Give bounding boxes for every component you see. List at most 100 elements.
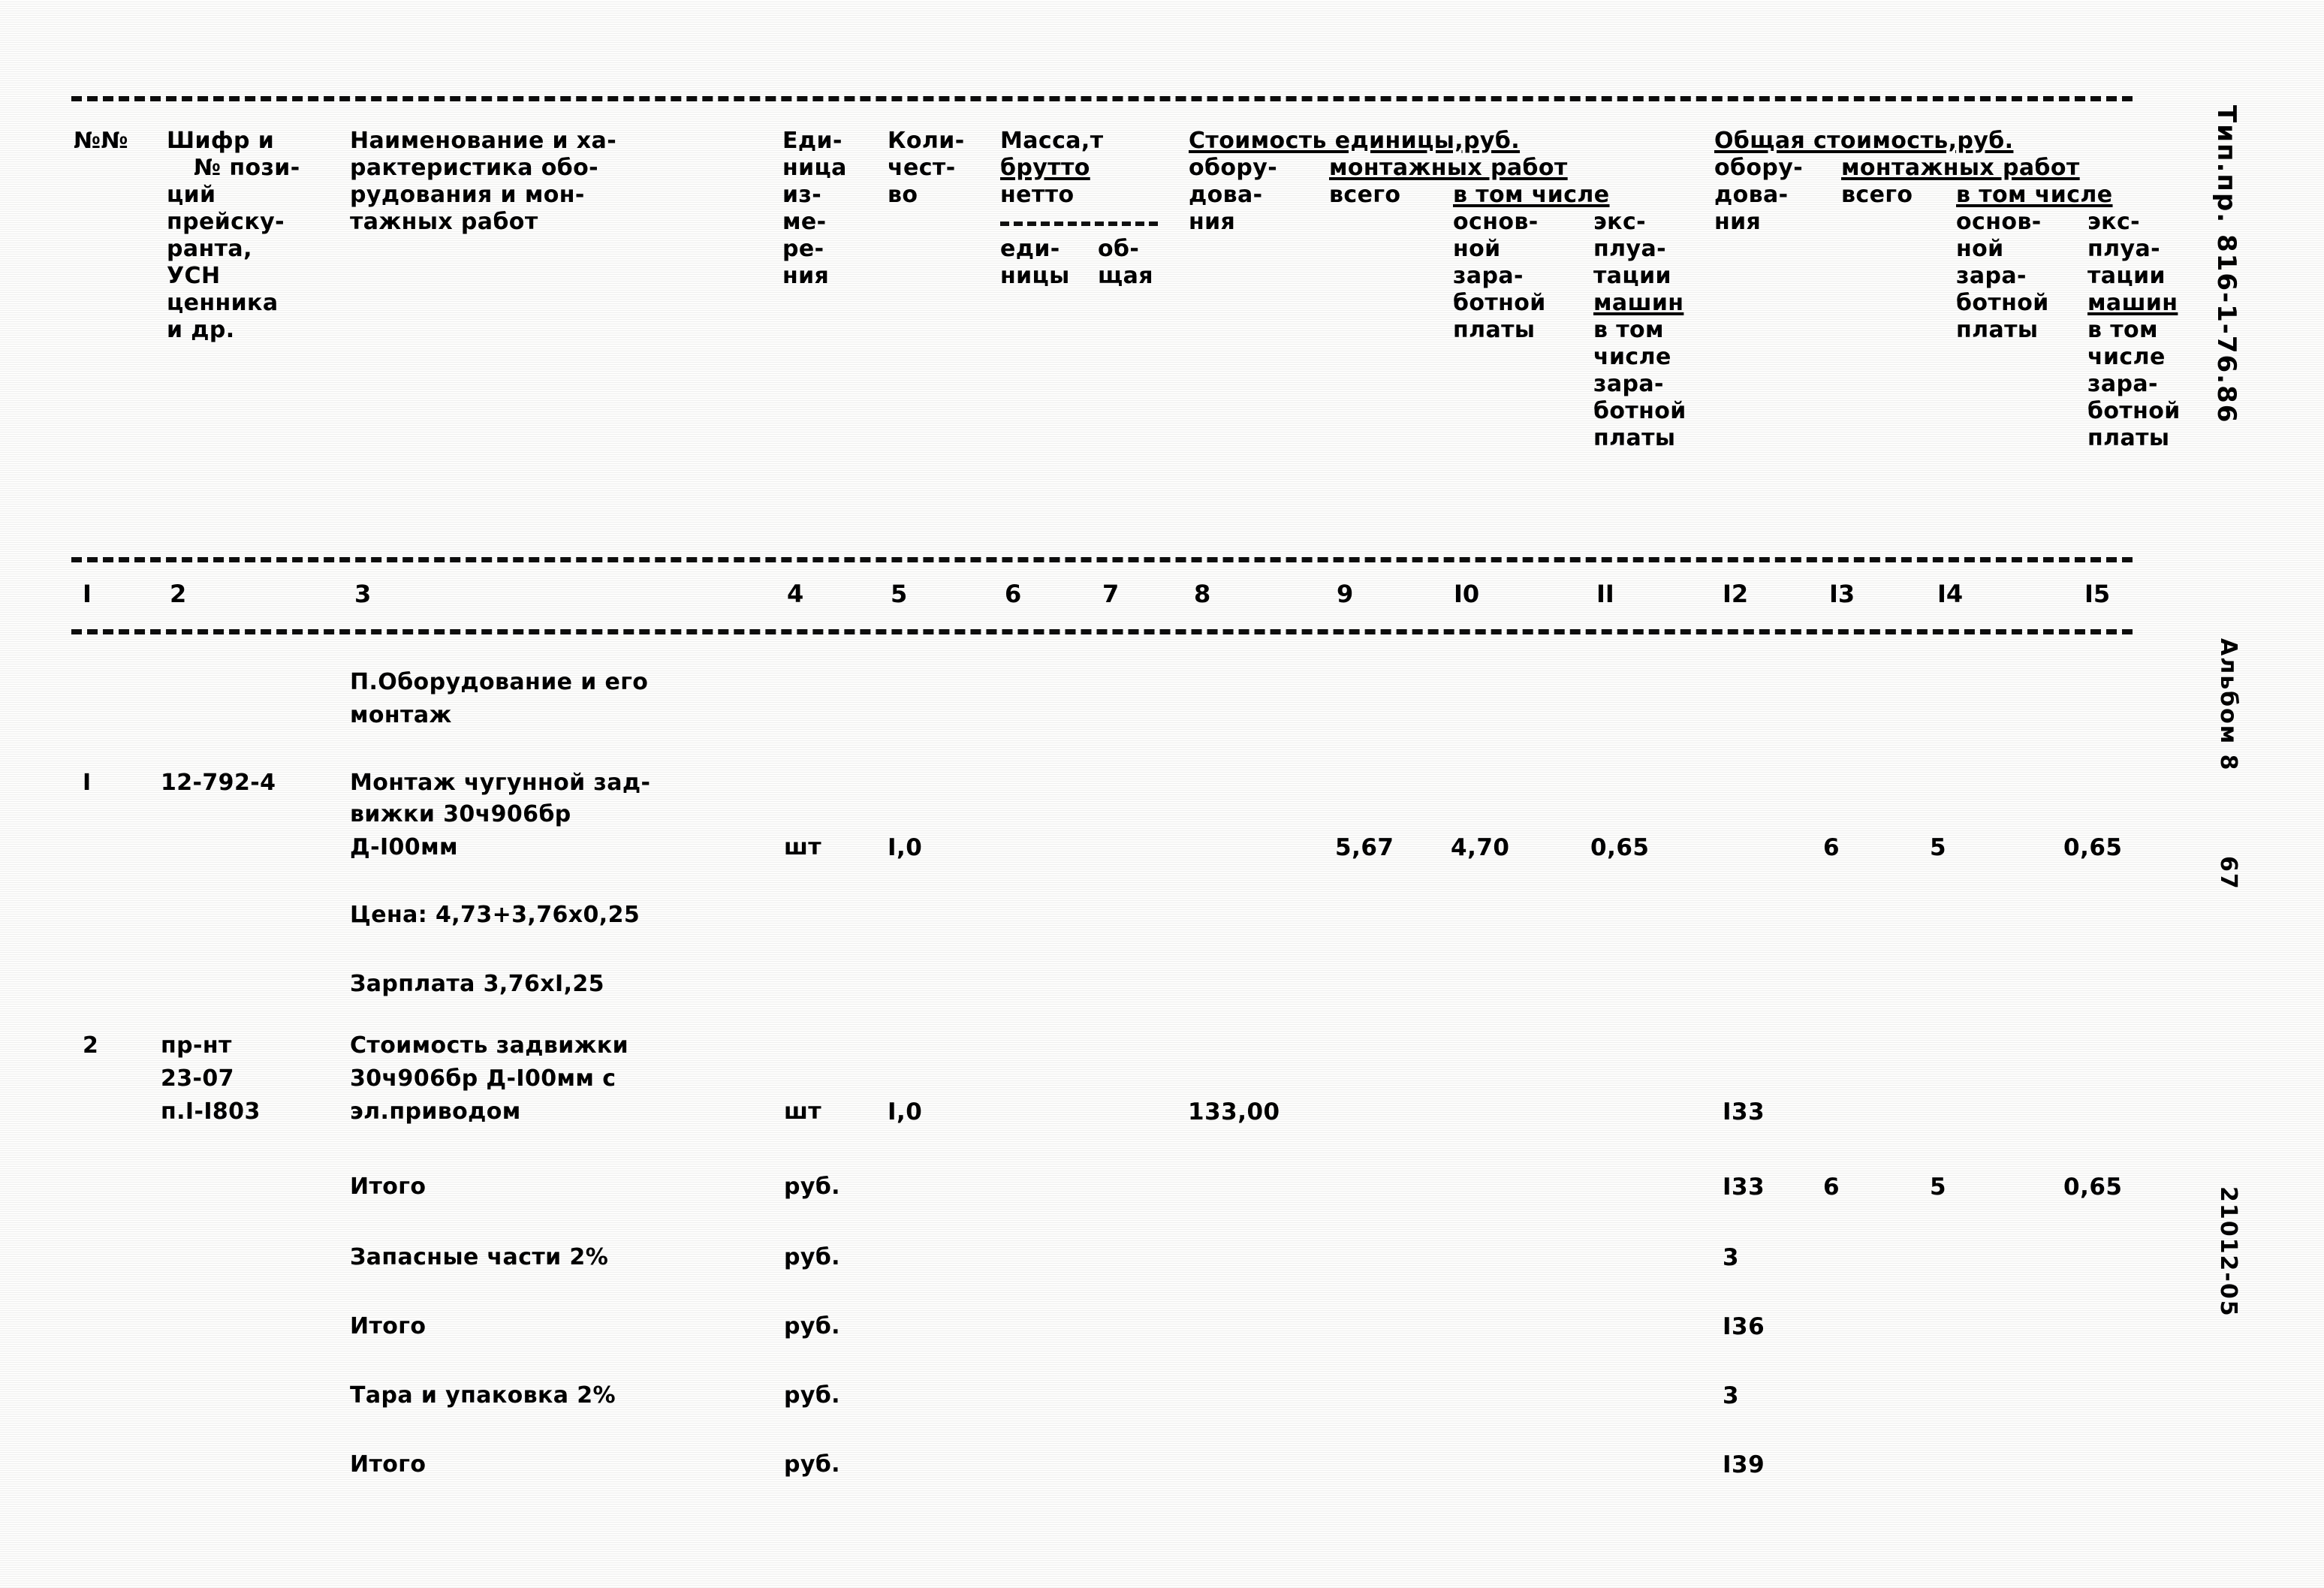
- column-number-3: 3: [354, 580, 372, 608]
- header-mass-title: Масса,т: [1000, 128, 1104, 154]
- summary-row-3-col-12: I36: [1723, 1313, 1765, 1340]
- header-mass-divider: [1000, 221, 1158, 226]
- section-title-line-1: П.Оборудование и его: [350, 669, 649, 695]
- header-col-4-line-1: Еди-: [782, 128, 842, 154]
- summary-row-5-unit: руб.: [784, 1451, 840, 1478]
- header-col-13: всего: [1841, 182, 1913, 208]
- column-number-15: I5: [2084, 580, 2111, 608]
- row-2-col-8: 133,00: [1188, 1098, 1280, 1125]
- summary-row-2-col-12: 3: [1723, 1244, 1740, 1271]
- column-number-9: 9: [1337, 580, 1354, 608]
- header-col-2-line-8: и др.: [167, 317, 235, 343]
- header-col-2-line-7: ценника: [167, 290, 279, 316]
- summary-row-4-col-12: 3: [1723, 1382, 1740, 1409]
- header-col-12-line-1: обору-: [1714, 155, 1804, 181]
- summary-row-1-col-13: 6: [1823, 1174, 1840, 1201]
- header-col-1: №№: [74, 128, 128, 154]
- margin-album: Альбом 8: [2215, 638, 2241, 772]
- margin-page-number: 67: [2215, 856, 2241, 890]
- summary-row-1-col-15: 0,65: [2063, 1174, 2123, 1201]
- row-2-col-12: I33: [1723, 1098, 1765, 1125]
- column-number-12: I2: [1723, 580, 1749, 608]
- header-mass-netto: нетто: [1000, 182, 1075, 208]
- row-1-note-salary: Зарплата 3,76хI,25: [350, 971, 604, 997]
- summary-row-1-col-14: 5: [1930, 1174, 1947, 1201]
- header-col-15-line-3: тации: [2087, 263, 2166, 289]
- header-col-5-line-3: во: [888, 182, 918, 208]
- header-col-4-line-2: ница: [782, 155, 847, 181]
- margin-drawing-code: 21012-05: [2215, 1186, 2241, 1318]
- row-1-col-11: 0,65: [1590, 834, 1650, 861]
- header-col-15-line-1: экс-: [2087, 209, 2140, 235]
- header-mass-total-left: ницы: [1000, 263, 1070, 289]
- row-2-code-line-3: п.I-I803: [161, 1098, 261, 1125]
- header-col-14-line-4: ботной: [1956, 290, 2049, 316]
- header-col-12-line-3: ния: [1714, 209, 1762, 235]
- header-col-5-line-2: чест-: [888, 155, 956, 181]
- header-col-15-line-4: машин: [2087, 290, 2178, 316]
- header-col-10-line-3: зара-: [1453, 263, 1524, 289]
- header-col-2-line-6: УСН: [167, 263, 221, 289]
- row-1-note-price: Цена: 4,73+3,76х0,25: [350, 902, 641, 928]
- header-col-10-line-2: ной: [1453, 236, 1501, 262]
- row-1-col-14: 5: [1930, 834, 1947, 861]
- header-col-11-line-4: машин: [1593, 290, 1684, 316]
- header-col-15-line-7: зара-: [2087, 371, 2158, 397]
- column-number-5: 5: [891, 580, 908, 608]
- header-col-11-line-1: экс-: [1593, 209, 1646, 235]
- header-col-11-line-8: ботной: [1593, 398, 1686, 424]
- header-col-10-line-4: ботной: [1453, 290, 1546, 316]
- header-col-2-line-4: прейску-: [167, 209, 285, 235]
- header-col-12-line-2: дова-: [1714, 182, 1789, 208]
- header-col-9: всего: [1329, 182, 1401, 208]
- summary-row-2-label: Запасные части 2%: [350, 1244, 609, 1270]
- section-title-line-2: монтаж: [350, 702, 452, 728]
- header-col-2-line-1: Шифр и: [167, 128, 275, 154]
- header-col-3-line-4: тажных работ: [350, 209, 538, 235]
- summary-row-2-unit: руб.: [784, 1244, 840, 1270]
- scanned-page: №№ Шифр и № пози- ций прейску- ранта, УС…: [0, 0, 2324, 1588]
- header-montage-group-unit: монтажных работ: [1329, 155, 1568, 181]
- row-1-col-15: 0,65: [2063, 834, 2123, 861]
- row-1-name-line-1: Монтаж чугунной зад-: [350, 770, 651, 796]
- row-1-col-10: 4,70: [1451, 834, 1510, 861]
- header-col-14-line-3: зара-: [1956, 263, 2027, 289]
- header-col-8-line-1: обору-: [1189, 155, 1278, 181]
- header-col-10-line-1: основ-: [1453, 209, 1539, 235]
- header-col-4-line-5: ре-: [782, 236, 824, 262]
- row-2-name-line-3: эл.приводом: [350, 1098, 521, 1125]
- header-montage-group-total: монтажных работ: [1841, 155, 2080, 181]
- header-col-8-line-3: ния: [1189, 209, 1236, 235]
- column-number-13: I3: [1829, 580, 1855, 608]
- column-number-4: 4: [787, 580, 804, 608]
- header-col-5-line-1: Коли-: [888, 128, 965, 154]
- row-2-code-line-1: пр-нт: [161, 1032, 232, 1059]
- column-number-8: 8: [1194, 580, 1211, 608]
- column-number-1: I: [83, 580, 92, 608]
- row-1-qty: I,0: [888, 834, 923, 861]
- header-col-11-line-5: в том: [1593, 317, 1664, 343]
- header-col-11-line-2: плуа-: [1593, 236, 1666, 262]
- row-1-code-line-1: 12-792-4: [161, 770, 276, 796]
- header-in-which-total: в том числе: [1956, 182, 2113, 208]
- row-2-number: 2: [83, 1032, 99, 1059]
- header-col-3-line-2: рактеристика обо-: [350, 155, 598, 181]
- header-col-8-line-2: дова-: [1189, 182, 1263, 208]
- header-col-15-line-9: платы: [2087, 425, 2170, 451]
- header-col-2-line-5: ранта,: [167, 236, 252, 262]
- column-numbers-top-rule: [71, 557, 2133, 562]
- column-number-7: 7: [1102, 580, 1120, 608]
- margin-type-project: Тип.пр. 816-1-76.86: [2211, 105, 2241, 424]
- row-1-col-13: 6: [1823, 834, 1840, 861]
- summary-row-4-unit: руб.: [784, 1382, 840, 1409]
- header-col-4-line-6: ния: [782, 263, 830, 289]
- row-2-qty: I,0: [888, 1098, 923, 1125]
- header-mass-unit-left: еди-: [1000, 236, 1060, 262]
- header-col-11-line-6: числе: [1593, 344, 1671, 370]
- header-col-3-line-1: Наименование и ха-: [350, 128, 617, 154]
- column-number-14: I4: [1937, 580, 1964, 608]
- column-number-2: 2: [170, 580, 187, 608]
- header-col-14-line-5: платы: [1956, 317, 2039, 343]
- header-col-15-line-2: плуа-: [2087, 236, 2160, 262]
- row-1-col-9: 5,67: [1335, 834, 1394, 861]
